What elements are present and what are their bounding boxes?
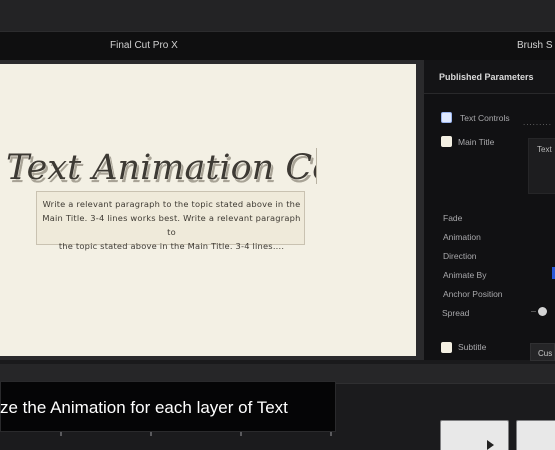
published-parameters-title: Published Parameters xyxy=(439,72,534,82)
direction-label: Direction xyxy=(443,251,477,261)
text-controls-label: Text Controls xyxy=(460,113,510,123)
paragraph-line-3: the topic stated above in the Main Title… xyxy=(58,241,285,251)
text-controls-checkbox-icon[interactable] xyxy=(441,112,452,123)
text-controls-dots: ......... xyxy=(523,118,553,127)
paragraph-line-1: Write a relevant paragraph to the topic … xyxy=(42,199,301,209)
main-title-value: Text xyxy=(537,145,552,154)
paragraph-line-2: Main Title. 3-4 lines works best. Write … xyxy=(42,213,301,237)
main-title-headline[interactable]: Text Animation Controls Text Animation C… xyxy=(6,140,439,192)
headline-text: Text Animation Controls xyxy=(6,148,316,188)
spread-slider-track[interactable] xyxy=(531,311,536,312)
main-title-note-icon[interactable] xyxy=(441,136,452,147)
paragraph-textbox[interactable]: Write a relevant paragraph to the topic … xyxy=(36,191,305,251)
clip-thumbnail-secondary[interactable] xyxy=(516,420,555,450)
fade-label: Fade xyxy=(443,213,463,223)
thumbnail-play-triangle-icon xyxy=(487,440,494,450)
title-cursor xyxy=(316,148,317,184)
animation-label: Animation xyxy=(443,232,481,242)
top-toolbar xyxy=(0,0,555,32)
viewer-titlebar xyxy=(0,32,555,60)
animate-by-label: Animate By xyxy=(443,270,487,280)
spread-slider-knob[interactable] xyxy=(538,307,547,316)
main-title-label: Main Title xyxy=(458,137,495,147)
subtitle-note-icon[interactable] xyxy=(441,342,452,353)
subtitle-label: Subtitle xyxy=(458,342,487,352)
spread-label: Spread xyxy=(442,308,470,318)
clip-thumbnail[interactable] xyxy=(440,420,509,450)
paragraph-text: Write a relevant paragraph to the topic … xyxy=(41,197,302,253)
app-title: Final Cut Pro X xyxy=(110,40,178,51)
anchor-position-label: Anchor Position xyxy=(443,289,503,299)
subtitle-value: Cus xyxy=(538,349,553,358)
tutorial-caption-text: ze the Animation for each layer of Text xyxy=(0,398,288,417)
final-cut-window: Final Cut Pro X Brush S Text Animation C… xyxy=(0,0,555,450)
secondary-window-title: Brush S xyxy=(517,40,553,51)
